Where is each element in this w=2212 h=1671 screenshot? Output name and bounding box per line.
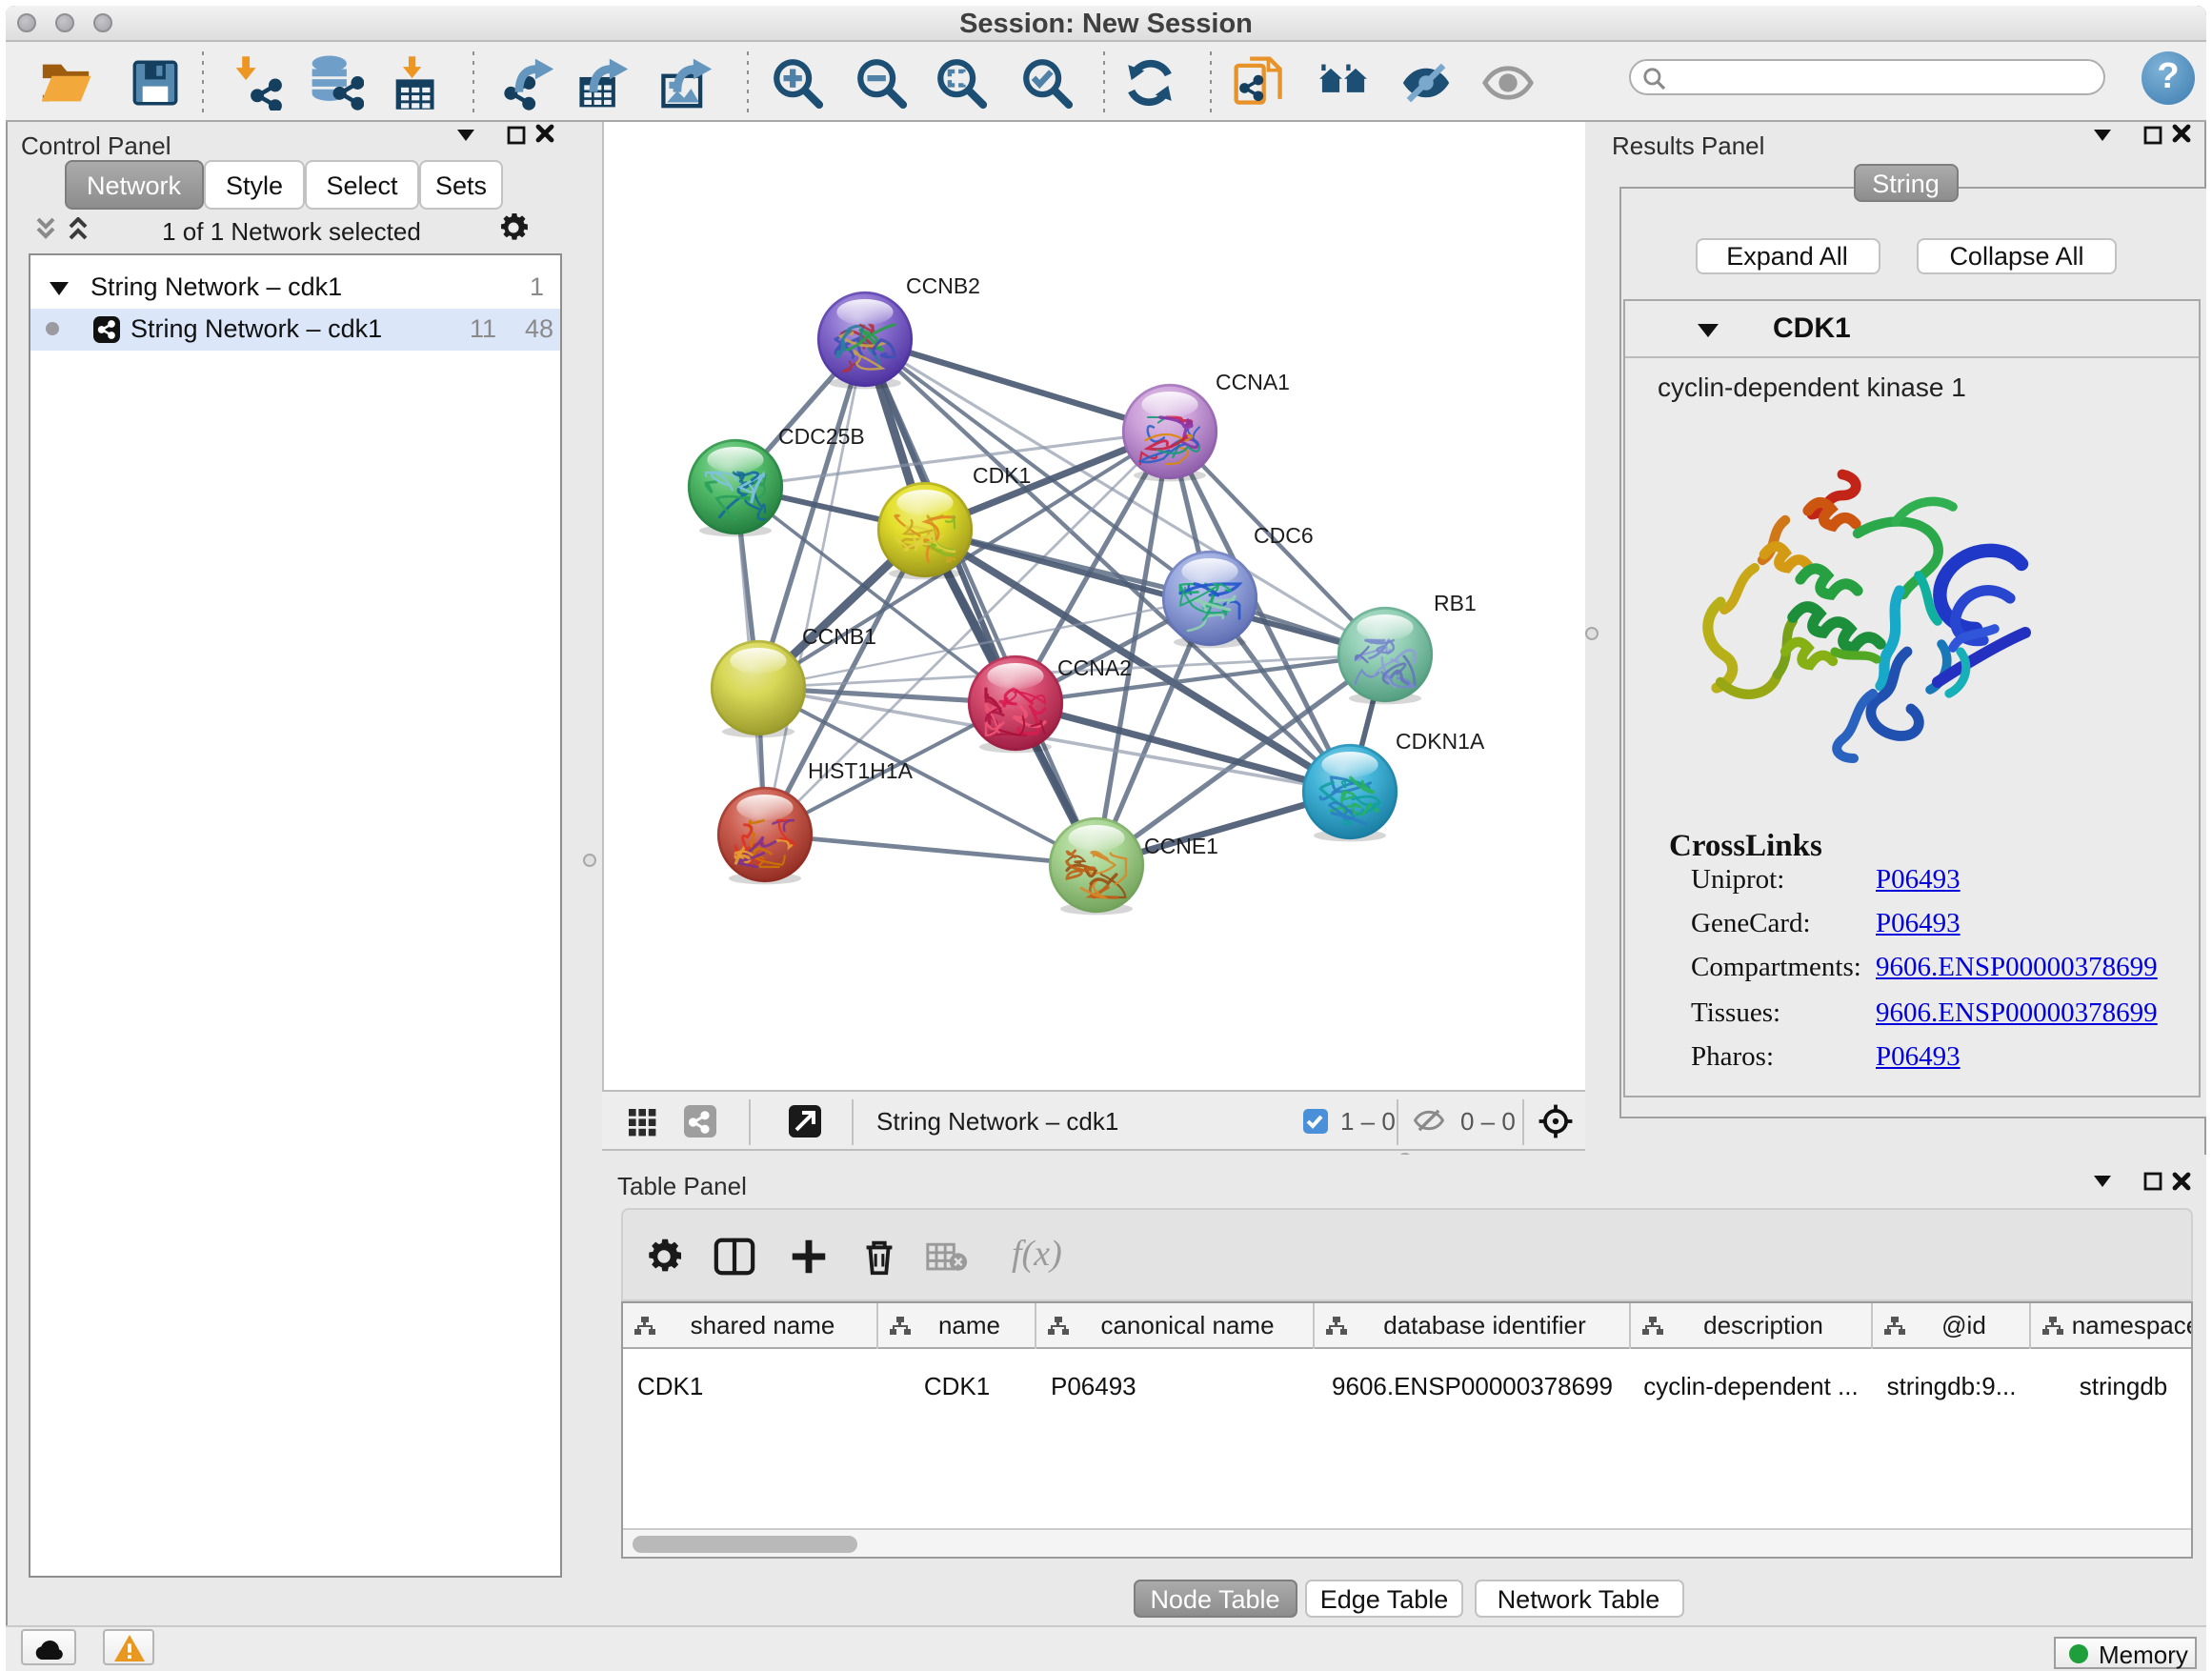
svg-text:CDC25B: CDC25B: [777, 423, 864, 448]
svg-text:CCNA1: CCNA1: [1215, 369, 1289, 393]
svg-text:CCNB2: CCNB2: [905, 272, 979, 297]
svg-text:HIST1H1A: HIST1H1A: [807, 757, 913, 782]
svg-text:CDK1: CDK1: [972, 462, 1030, 487]
svg-text:CCNE1: CCNE1: [1143, 833, 1217, 857]
svg-text:CDKN1A: CDKN1A: [1395, 728, 1484, 753]
svg-text:CDC6: CDC6: [1253, 522, 1313, 547]
svg-text:RB1: RB1: [1433, 590, 1476, 614]
svg-text:CCNB1: CCNB1: [801, 623, 875, 648]
svg-text:CCNA2: CCNA2: [1056, 654, 1131, 679]
